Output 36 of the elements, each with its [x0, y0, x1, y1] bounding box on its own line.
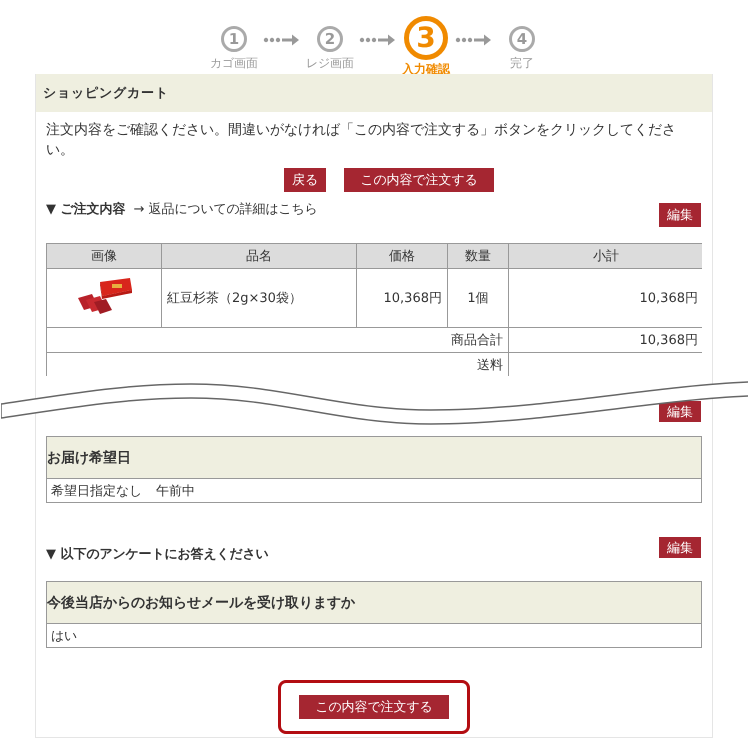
table-cell: 商品合計 — [46, 328, 508, 352]
step-label: カゴ画面 — [210, 55, 258, 72]
table-cell: 紅豆杉茶（2g×30袋） — [162, 268, 356, 328]
section-heading: ▼ ご注文内容 — [46, 200, 126, 218]
order-button[interactable]: この内容で注文する — [344, 168, 494, 192]
step-number: 2 — [317, 26, 343, 52]
step-number: 1 — [221, 26, 247, 52]
order-button[interactable]: この内容で注文する — [299, 695, 449, 719]
table-cell: 10,368円 — [356, 268, 448, 328]
table-cell: 送料 — [46, 352, 508, 376]
returns-link[interactable]: → 返品についての詳細はこちら — [134, 198, 318, 218]
back-button[interactable]: 戻る — [284, 168, 326, 192]
column-header: 数量 — [448, 244, 508, 268]
panel-title: ショッピングカート — [43, 85, 169, 102]
dotted-arrow-icon — [263, 33, 301, 47]
section-heading: ▼ 以下のアンケートにお答えください — [46, 546, 269, 563]
box-heading: お届け希望日 — [47, 448, 131, 466]
delivery-value: 希望日指定なし — [51, 482, 142, 500]
edit-button[interactable]: 編集 — [659, 537, 701, 558]
column-header: 価格 — [356, 244, 448, 268]
column-header: 小計 — [508, 244, 702, 268]
instruction-text: 注文内容をご確認ください。間違いがなければ「この内容で注文する」ボタンをクリックしてください。 — [46, 121, 677, 160]
edit-button[interactable]: 編集 — [659, 401, 701, 422]
delivery-value: 午前中 — [156, 482, 195, 500]
step-number: 3 — [404, 16, 448, 60]
edit-button[interactable]: 編集 — [659, 203, 701, 227]
survey-answer: はい — [51, 628, 77, 644]
column-header: 画像 — [46, 244, 162, 268]
dotted-arrow-icon — [455, 33, 493, 47]
dotted-arrow-icon — [359, 33, 397, 47]
column-header: 品名 — [162, 244, 356, 268]
table-cell: 1個 — [448, 268, 508, 328]
step-number: 4 — [509, 26, 535, 52]
step-label: 完了 — [510, 55, 534, 72]
survey-question: 今後当店からのお知らせメールを受け取りますか — [47, 594, 355, 612]
step-label: レジ画面 — [306, 55, 354, 72]
